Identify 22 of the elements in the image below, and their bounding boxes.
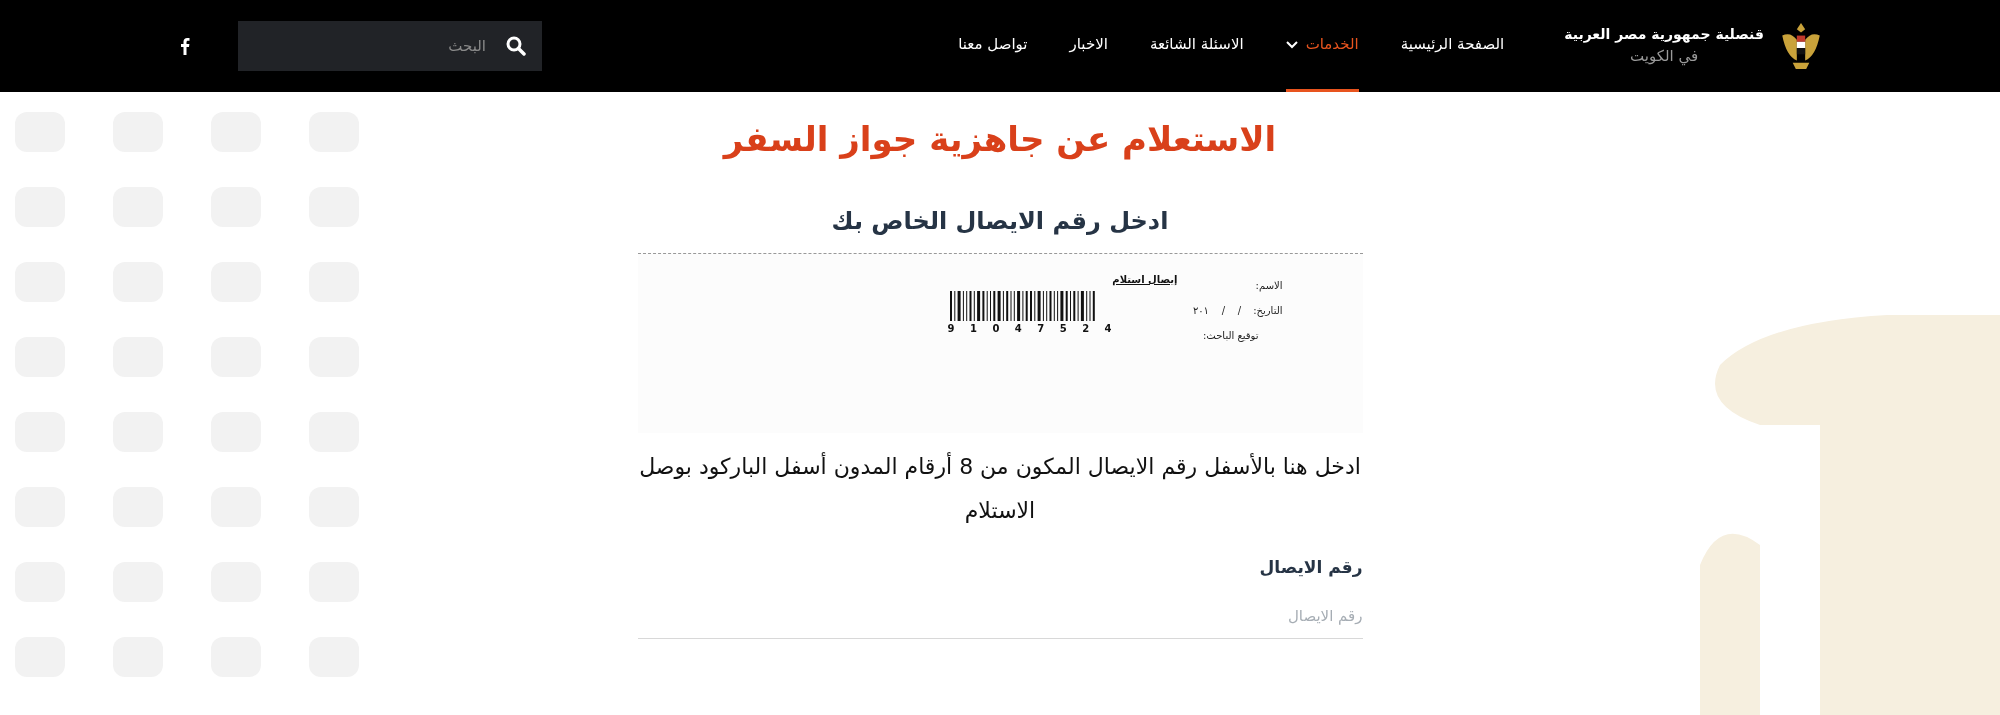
nav-link[interactable]: الخدمات [1285, 0, 1359, 92]
date-label: التاريخ: [1253, 304, 1283, 318]
nav-link[interactable]: تواصل معنا [958, 0, 1028, 92]
section-heading: ادخل رقم الايصال الخاص بك [831, 206, 1169, 237]
name-label: الاسم: [1254, 279, 1283, 293]
instructions-text: ادخل هنا بالأسفل رقم الايصال المكون من 8 أرقام المدون أسفل الباركود بوصل الاستلام [638, 451, 1362, 525]
barcode-number: 9 1 0 4 7 5 2 4 [947, 322, 1118, 336]
page-title: الاستعلام عن جاهزية جواز السفر [723, 118, 1277, 162]
facebook-icon[interactable] [180, 37, 190, 55]
nav-link[interactable]: الاسئلة الشائعة [1149, 0, 1244, 92]
nav-link[interactable]: الصفحة الرئيسية [1400, 0, 1505, 92]
search-icon[interactable] [506, 36, 526, 56]
eagle-emblem-icon [1780, 21, 1822, 71]
consulate-title: قنصلية جمهورية مصر العربية [1564, 25, 1764, 45]
search-field[interactable]: البحث [238, 21, 542, 71]
nav-link[interactable]: الاخبار [1069, 0, 1108, 92]
consulate-subtitle: في الكويت [1630, 46, 1699, 68]
receipt-number-field[interactable]: رقم الايصال [637, 594, 1363, 639]
date-value: / / ٢٠١ [1192, 304, 1242, 318]
receipt-heading: إيصال استلام [1112, 273, 1178, 287]
signature-label: توقيع الباحث: [1202, 329, 1259, 343]
field-label: رقم الايصال [1258, 556, 1363, 579]
